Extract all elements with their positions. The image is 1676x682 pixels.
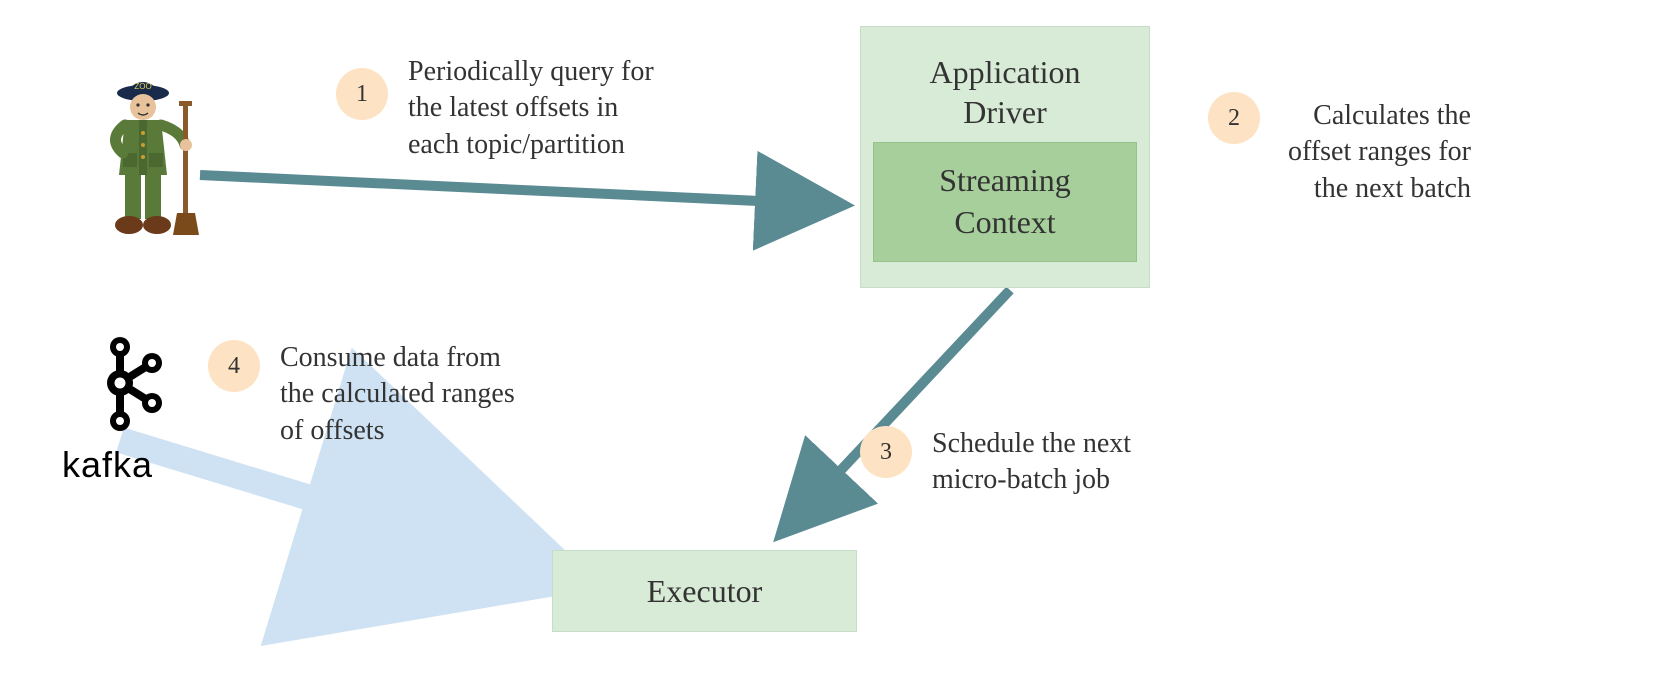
application-driver-box: Application Driver Streaming Context bbox=[860, 26, 1150, 288]
step-badge-2: 2 bbox=[1208, 92, 1260, 144]
step-text-3: Schedule the next micro-batch job bbox=[932, 426, 1131, 499]
application-driver-title: Application Driver bbox=[929, 52, 1080, 132]
arrow-step-4 bbox=[120, 440, 530, 565]
zookeeper-icon: ZOO bbox=[80, 70, 210, 250]
step-badge-1: 1 bbox=[336, 68, 388, 120]
step-text-4: Consume data from the calculated ranges … bbox=[280, 340, 515, 449]
step-text-1: Periodically query for the latest offset… bbox=[408, 54, 654, 163]
step-num-3: 3 bbox=[880, 439, 892, 466]
svg-text:ZOO: ZOO bbox=[134, 82, 151, 91]
arrow-step-1 bbox=[200, 175, 845, 205]
streaming-context-box: Streaming Context bbox=[873, 142, 1137, 262]
step-text-2: Calculates the offset ranges for the nex… bbox=[1288, 98, 1471, 207]
executor-label: Executor bbox=[647, 573, 763, 610]
step-badge-3: 3 bbox=[860, 426, 912, 478]
streaming-context-label: Streaming Context bbox=[939, 160, 1071, 243]
step-num-2: 2 bbox=[1228, 105, 1240, 132]
step-num-1: 1 bbox=[356, 81, 368, 108]
executor-box: Executor bbox=[552, 550, 857, 632]
step-num-4: 4 bbox=[228, 353, 240, 380]
kafka-label: kafka bbox=[62, 444, 153, 486]
step-badge-4: 4 bbox=[208, 340, 260, 392]
kafka-icon bbox=[80, 330, 180, 440]
